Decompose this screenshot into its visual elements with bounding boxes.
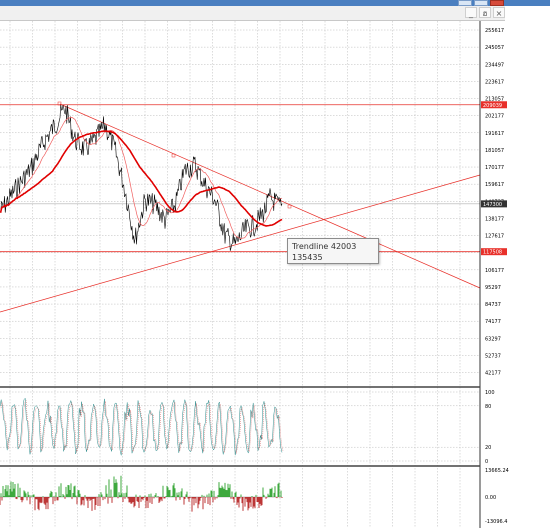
osc-tick-label: 100 (485, 390, 495, 396)
price-tick-label: 138177 (485, 216, 504, 222)
osc-tick-label: 80 (485, 404, 491, 410)
price-tick-label: 84737 (485, 302, 501, 308)
price-tick-label: 106177 (485, 268, 504, 274)
price-tick-label: 95297 (485, 285, 501, 291)
price-tick-label: 52737 (485, 353, 501, 359)
price-tick-label: 74177 (485, 319, 501, 325)
price-tags: 209039 147300 117508 (481, 101, 507, 256)
price-axis: 2556172450572344972236172130572021771916… (479, 21, 504, 528)
price-tag-upper_level: 209039 (483, 103, 502, 109)
osc-tick-label: 20 (485, 445, 491, 451)
hist-tick-label: -13096.4 (485, 519, 507, 525)
price-tick-label: 42177 (485, 371, 501, 377)
price-tick-label: 191617 (485, 131, 504, 137)
price-tick-label: 159617 (485, 182, 504, 188)
price-tag-current: 147300 (483, 202, 502, 208)
price-tick-label: 255617 (485, 28, 504, 34)
price-tick-label: 181057 (485, 148, 504, 154)
tooltip-title: Trendline 42003 (292, 242, 357, 251)
tooltip-value: 135435 (292, 253, 323, 262)
hist-tick-label: 13665.24 (485, 468, 509, 474)
price-tick-label: 234497 (485, 62, 504, 68)
osc-tick-label: 0 (485, 459, 488, 465)
hist-tick-label: 0.00 (485, 495, 496, 501)
price-tick-label: 223617 (485, 79, 504, 85)
price-tick-label: 63297 (485, 336, 501, 342)
price-tick-label: 245057 (485, 45, 504, 51)
price-tag-lower_level: 117508 (483, 250, 502, 256)
chart-area[interactable]: 100 80 20 0 13665.24 0.00 -13096.4 255617 2450… (0, 0, 550, 529)
oscillator-pane (0, 387, 480, 465)
price-tick-label: 127617 (485, 234, 504, 240)
trendline-tooltip: Trendline 42003 135435 (287, 238, 379, 264)
price-tick-label: 202177 (485, 114, 504, 120)
price-tick-label: 170177 (485, 165, 504, 171)
